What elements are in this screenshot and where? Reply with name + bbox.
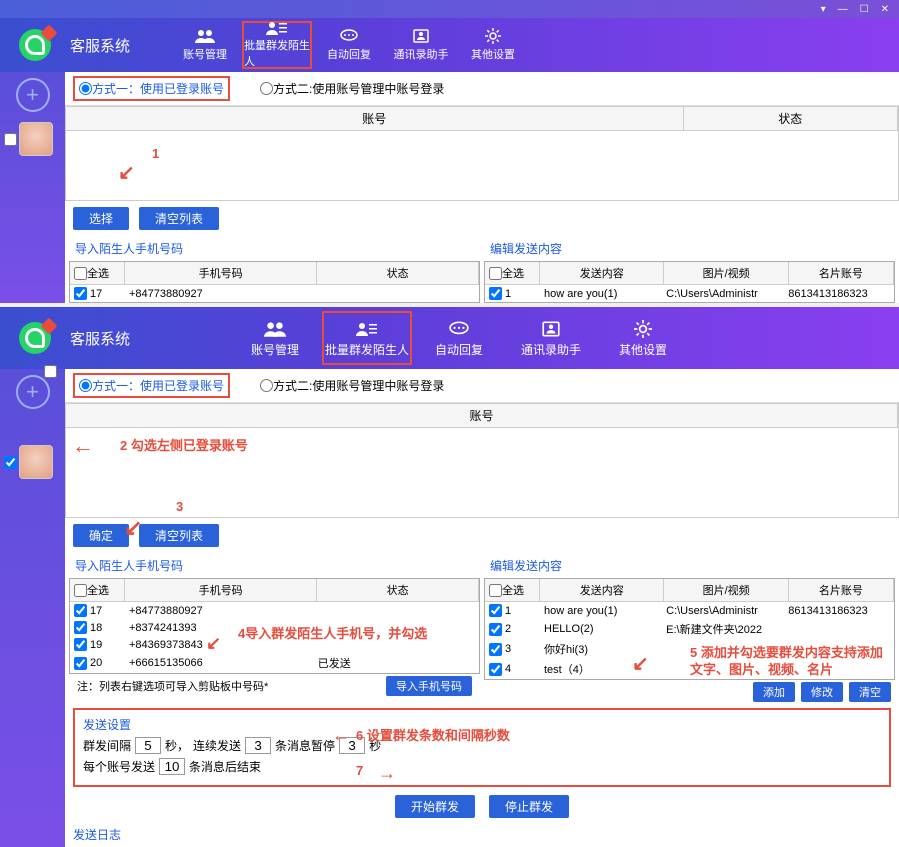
select-all-phone-checkbox[interactable] — [74, 584, 87, 597]
phone-row[interactable]: 17 +84773880927 — [70, 285, 479, 302]
edit-panel-title: 编辑发送内容 — [484, 236, 895, 261]
nav-contact-helper[interactable]: 通讯录助手 — [386, 21, 456, 69]
content-row[interactable]: 4test（4） — [485, 659, 894, 679]
confirm-button[interactable]: 确定 — [73, 524, 129, 547]
select-all-content-checkbox[interactable] — [489, 584, 502, 597]
account-table-body — [65, 428, 899, 518]
account-avatar[interactable] — [19, 445, 53, 479]
phone-row[interactable]: 19+84369373843 — [70, 636, 479, 653]
select-button[interactable]: 选择 — [73, 207, 129, 230]
nav-contact-helper[interactable]: 通讯录助手 — [506, 311, 596, 365]
add-account-button[interactable]: + — [16, 78, 50, 112]
account-checkbox[interactable] — [4, 456, 17, 469]
titlebar: ▾ — ☐ ✕ — [0, 0, 899, 18]
phone-row[interactable]: 18+8374241393 — [70, 619, 479, 636]
content-row[interactable]: 1how are you(1)C:\Users\Administr8613413… — [485, 602, 894, 619]
account-table-body — [65, 131, 899, 201]
nav-auto-reply[interactable]: 自动回复 — [414, 311, 504, 365]
account-avatar[interactable] — [19, 122, 53, 156]
nav-account-mgmt[interactable]: 账号管理 — [230, 311, 320, 365]
edit-content-button[interactable]: 修改 — [801, 682, 843, 702]
clear-list-button[interactable]: 清空列表 — [139, 207, 219, 230]
stop-send-button[interactable]: 停止群发 — [489, 795, 569, 818]
nav-other-settings[interactable]: 其他设置 — [458, 21, 528, 69]
send-settings-panel: 发送设置 群发间隔 秒， 连续发送 条消息暂停 秒 每个账号发送 条消息后结束 — [73, 708, 891, 787]
content-row[interactable]: 2HELLO(2)E:\新建文件夹\2022 — [485, 619, 894, 639]
content-row[interactable]: 1 how are you(1) C:\Users\Administr 8613… — [485, 285, 894, 302]
continuous-input[interactable] — [245, 737, 271, 754]
nav-bulk-send[interactable]: 批量群发陌生人 — [322, 311, 412, 365]
interval-input[interactable] — [135, 737, 161, 754]
nav-account-mgmt[interactable]: 账号管理 — [170, 21, 240, 69]
account-table-header: 账号 — [65, 403, 899, 428]
clear-list-button[interactable]: 清空列表 — [139, 524, 219, 547]
select-all-content-checkbox[interactable] — [489, 267, 502, 280]
sidebar: + — [0, 72, 65, 303]
nav-other-settings[interactable]: 其他设置 — [598, 311, 688, 365]
header: 客服系统 账号管理 批量群发陌生人 自动回复 通讯录助手 其他设置 — [0, 307, 899, 369]
clear-content-button[interactable]: 清空 — [849, 682, 891, 702]
mode-option-1[interactable]: 方式一：使用已登录账号 — [73, 373, 230, 398]
content-row[interactable]: 3你好hi(3) — [485, 639, 894, 659]
import-phone-button[interactable]: 导入手机号码 — [386, 676, 472, 696]
nav-bulk-send[interactable]: 批量群发陌生人 — [242, 21, 312, 69]
app-logo-icon — [19, 29, 51, 61]
account-checkbox[interactable] — [4, 133, 17, 146]
app-logo-icon — [19, 322, 51, 354]
per-account-input[interactable] — [159, 758, 185, 775]
mode-option-1[interactable]: 方式一：使用已登录账号 — [73, 76, 230, 101]
header: 客服系统 账号管理 批量群发陌生人 自动回复 通讯录助手 其他设置 — [0, 18, 899, 72]
start-send-button[interactable]: 开始群发 — [395, 795, 475, 818]
import-panel-title: 导入陌生人手机号码 — [69, 553, 480, 578]
mode-option-2[interactable]: 方式二:使用账号管理中账号登录 — [260, 377, 444, 394]
pause-input[interactable] — [339, 737, 365, 754]
minimize-icon[interactable]: — — [838, 4, 848, 15]
top-checkbox[interactable] — [44, 365, 57, 378]
account-table-header: 账号 状态 — [65, 106, 899, 131]
app-title: 客服系统 — [70, 328, 130, 349]
edit-panel-title: 编辑发送内容 — [484, 553, 895, 578]
import-panel-title: 导入陌生人手机号码 — [69, 236, 480, 261]
mode-option-2[interactable]: 方式二:使用账号管理中账号登录 — [260, 80, 444, 97]
close-icon[interactable]: ✕ — [881, 4, 889, 15]
title-dropdown-icon[interactable]: ▾ — [821, 4, 826, 15]
select-all-phone-checkbox[interactable] — [74, 267, 87, 280]
note-text: 注：列表右键选项可导入剪贴板中号码* — [69, 676, 276, 696]
add-content-button[interactable]: 添加 — [753, 682, 795, 702]
maximize-icon[interactable]: ☐ — [860, 4, 869, 15]
phone-row[interactable]: 17+84773880927 — [70, 602, 479, 619]
log-title: 发送日志 — [65, 822, 899, 847]
sidebar: + — [0, 369, 65, 847]
app-title: 客服系统 — [70, 35, 130, 56]
nav-auto-reply[interactable]: 自动回复 — [314, 21, 384, 69]
phone-row[interactable]: 20+66615135066已发送 — [70, 653, 479, 673]
